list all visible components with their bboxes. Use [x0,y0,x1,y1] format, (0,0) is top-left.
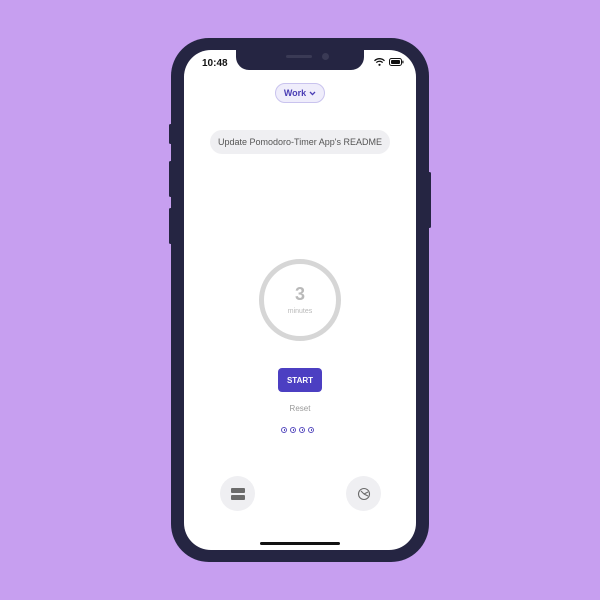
phone-frame: 10:48 Work Update Pomodoro-Timer App's R… [169,38,431,562]
timer-value: 3 [294,284,305,304]
start-button[interactable]: START [278,368,322,392]
app-screen: 10:48 Work Update Pomodoro-Timer App's R… [184,50,416,550]
task-input[interactable]: Update Pomodoro-Timer App's README [210,130,390,154]
battery-icon [389,58,404,66]
session-indicators [281,427,314,433]
volume-up-button [169,161,172,197]
front-camera [322,53,329,60]
settings-icon [357,487,370,500]
session-clock-icon [299,427,305,433]
timer-unit: minutes [287,308,313,315]
session-clock-icon [308,427,314,433]
mode-label: Work [283,88,307,98]
session-clock-icon [281,427,287,433]
speaker-grille [286,55,312,58]
reset-button[interactable]: Reset [184,404,416,413]
task-list-icon [230,487,245,500]
settings-button[interactable] [346,476,381,511]
volume-down-button [169,208,172,244]
home-indicator [260,542,340,545]
status-icons [374,58,404,66]
task-list-button[interactable] [220,476,255,511]
timer-ring: 3 minutes [259,259,341,341]
notch [236,50,364,70]
session-clock-icon [290,427,296,433]
power-button [428,172,431,228]
mute-switch [169,124,172,144]
chevron-down-icon [309,91,316,96]
status-time: 10:48 [202,58,228,69]
wifi-icon [374,58,385,66]
mode-dropdown[interactable]: Work [275,83,325,103]
